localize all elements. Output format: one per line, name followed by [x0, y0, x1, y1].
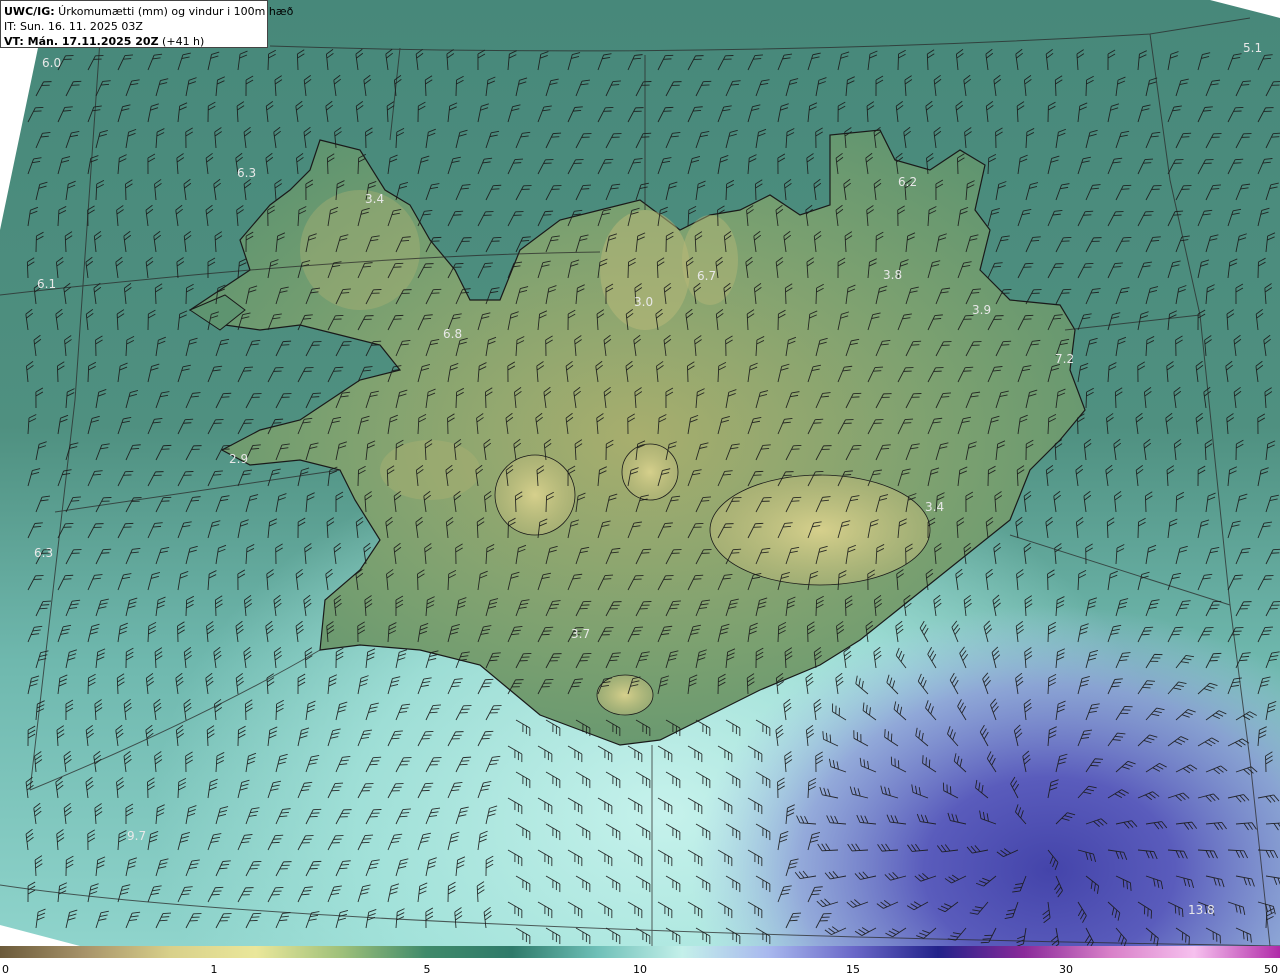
value-label: 2.9	[229, 452, 248, 466]
init-time: IT: Sun. 16. 11. 2025 03Z	[4, 20, 143, 33]
value-label: 3.9	[972, 303, 991, 317]
value-label: 6.1	[37, 277, 56, 291]
colorbar	[0, 946, 1280, 958]
value-label: 13.8	[1188, 903, 1215, 917]
title-line: UWC/IG: Úrkomumætti (mm) og vindur i 100…	[4, 4, 293, 19]
colorbar-tick: 10	[633, 963, 647, 976]
value-label: 6.8	[443, 327, 462, 341]
colorbar-tick: 0	[2, 963, 9, 976]
value-label: 9.7	[127, 829, 146, 843]
value-label: 6.2	[898, 175, 917, 189]
map-title-box: UWC/IG: Úrkomumætti (mm) og vindur i 100…	[0, 0, 293, 49]
value-label: 3.0	[634, 295, 653, 309]
glacier-myrdalsjokull	[596, 674, 654, 716]
value-label: 7.2	[1055, 352, 1074, 366]
value-label: 3.4	[925, 500, 944, 514]
glacier-vatnajokull	[709, 474, 931, 586]
valid-time: VT: Mán. 17.11.2025 20Z	[4, 35, 159, 48]
valid-time-line: VT: Mán. 17.11.2025 20Z (+41 h)	[4, 34, 264, 49]
value-label: 6.3	[34, 546, 53, 560]
lead-time: (+41 h)	[158, 35, 205, 48]
colorbar-tick: 50	[1264, 963, 1278, 976]
model-label: UWC/IG:	[4, 5, 55, 18]
colorbar-ticks: 0 1 5 10 15 30 50	[0, 960, 1280, 978]
value-label: 6.7	[697, 269, 716, 283]
colorbar-tick: 5	[423, 963, 431, 976]
colorbar-tick: 30	[1059, 963, 1073, 976]
colorbar-tick: 15	[846, 963, 860, 976]
value-label: 3.4	[365, 192, 384, 206]
value-label: 6.0	[42, 56, 61, 70]
glacier-langjokull	[494, 454, 576, 536]
value-label: 5.1	[1243, 41, 1262, 55]
value-label: 6.3	[237, 166, 256, 180]
weather-map: 6.0 5.1 6.3 3.4 6.2 6.7 3.8 6.1 3.0 3.9 …	[0, 0, 1280, 946]
value-label: 3.7	[571, 627, 590, 641]
colorbar-tick: 1	[210, 963, 218, 976]
field-description: Úrkomumætti (mm) og vindur i 100m hæð	[54, 5, 294, 18]
value-label: 3.8	[883, 268, 902, 282]
